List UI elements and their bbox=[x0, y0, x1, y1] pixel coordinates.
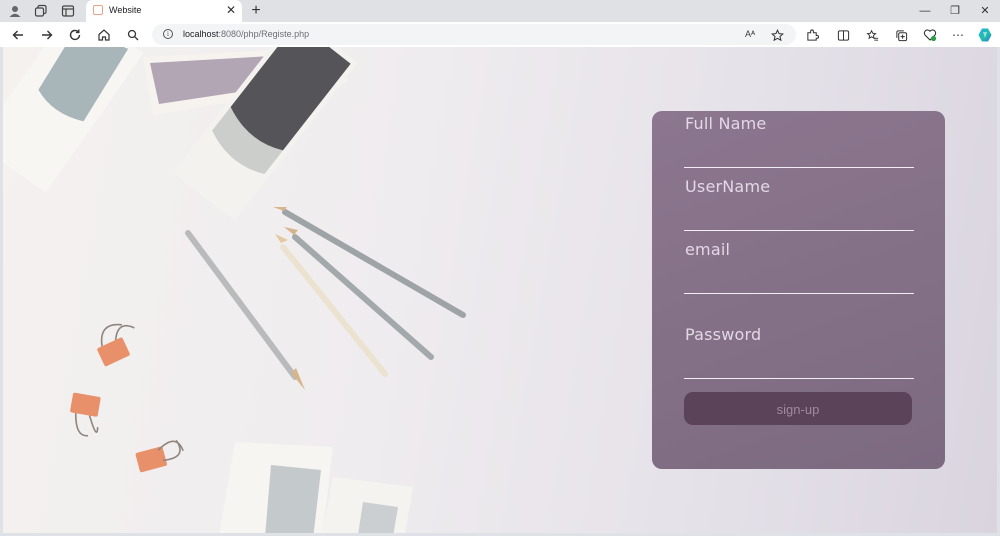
binder-clip bbox=[70, 392, 101, 437]
split-screen-icon[interactable] bbox=[835, 27, 851, 43]
tab-website[interactable]: Website ✕ bbox=[86, 0, 242, 22]
back-icon[interactable] bbox=[10, 27, 26, 43]
more-options-icon[interactable]: ⋯ bbox=[950, 27, 966, 43]
new-tab-button[interactable]: + bbox=[249, 0, 263, 22]
tab-strip: Website ✕ + — ❐ ✕ bbox=[0, 0, 1000, 22]
signup-button[interactable]: sign-up bbox=[684, 392, 912, 425]
password-input[interactable] bbox=[684, 356, 914, 378]
paint-swatch-card bbox=[219, 442, 413, 533]
password-label: Password bbox=[685, 325, 762, 344]
read-aloud-icon[interactable]: Aᴬ bbox=[742, 26, 758, 42]
site-info-icon[interactable]: i bbox=[163, 29, 173, 39]
email-underline bbox=[684, 293, 914, 294]
username-input[interactable] bbox=[684, 208, 914, 230]
home-icon[interactable] bbox=[96, 27, 112, 43]
email-input[interactable] bbox=[684, 271, 914, 293]
browser-essentials-icon[interactable] bbox=[922, 27, 938, 43]
forward-icon[interactable] bbox=[39, 27, 55, 43]
url-text[interactable]: localhost:8080/php/Registe.php bbox=[183, 29, 309, 39]
tab-close-icon[interactable]: ✕ bbox=[226, 3, 236, 17]
extensions-icon[interactable] bbox=[804, 27, 820, 43]
page-favicon-icon bbox=[93, 5, 103, 15]
url-host: localhost bbox=[183, 29, 219, 39]
search-icon[interactable] bbox=[125, 27, 141, 43]
refresh-icon[interactable] bbox=[67, 27, 83, 43]
collections-icon[interactable] bbox=[893, 27, 909, 43]
maximize-button[interactable]: ❐ bbox=[946, 3, 964, 19]
tab-title: Website bbox=[109, 5, 142, 15]
email-label: email bbox=[685, 240, 731, 259]
minimize-button[interactable]: — bbox=[916, 3, 934, 19]
url-path: :8080/php/Registe.php bbox=[218, 29, 310, 39]
password-underline bbox=[684, 378, 914, 379]
close-window-button[interactable]: ✕ bbox=[976, 3, 994, 19]
vertical-tabs-icon[interactable] bbox=[60, 4, 76, 18]
favorite-star-icon[interactable] bbox=[769, 27, 785, 43]
favorites-icon[interactable] bbox=[864, 27, 880, 43]
binder-clip bbox=[135, 439, 184, 473]
signup-form-card: Full Name UserName email Password sign-u… bbox=[652, 111, 945, 469]
binder-clip bbox=[97, 323, 135, 367]
full-name-underline bbox=[684, 167, 914, 168]
paint-swatch-card bbox=[3, 47, 144, 193]
page-background: Full Name UserName email Password sign-u… bbox=[3, 47, 997, 533]
username-label: UserName bbox=[685, 177, 771, 196]
full-name-label: Full Name bbox=[685, 114, 767, 133]
address-bar[interactable]: i localhost:8080/php/Registe.php Aᴬ bbox=[152, 24, 796, 45]
profile-icon[interactable] bbox=[7, 4, 23, 18]
workspaces-icon[interactable] bbox=[33, 4, 49, 18]
browser-toolbar: i localhost:8080/php/Registe.php Aᴬ ⋯ bbox=[0, 22, 1000, 47]
full-name-input[interactable] bbox=[684, 145, 914, 167]
copilot-icon[interactable] bbox=[976, 26, 994, 44]
username-underline bbox=[684, 230, 914, 231]
